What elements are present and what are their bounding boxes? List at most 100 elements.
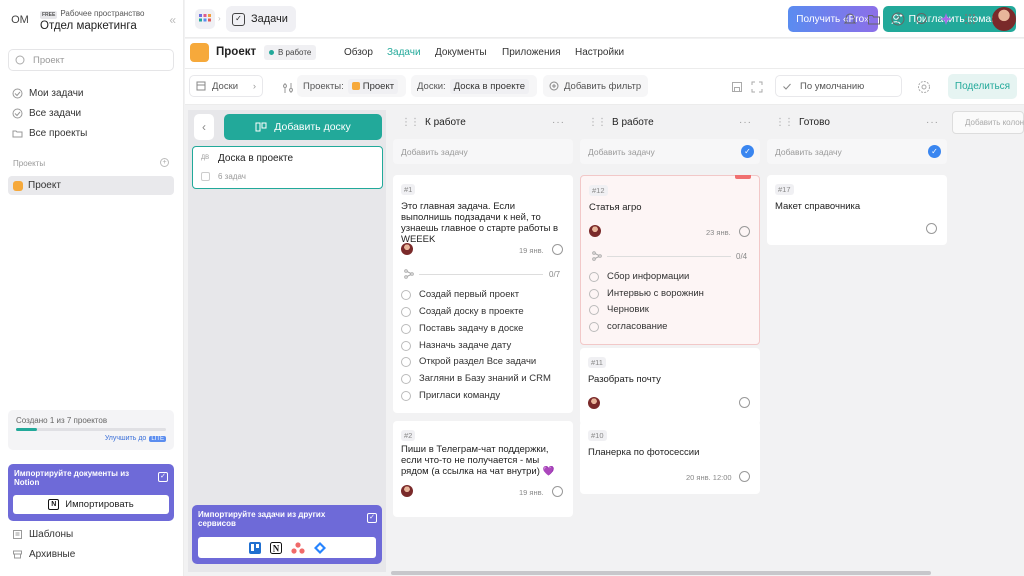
task-card[interactable]: #10 Планерка по фотосессии 20 янв. 12:00 (580, 421, 760, 494)
subtask-item[interactable]: Поставь задачу в доске (401, 323, 523, 334)
expand-icon[interactable] (751, 81, 763, 93)
project-color-icon (190, 43, 209, 62)
get-pro-button[interactable]: Получить «Pro» (788, 6, 878, 32)
column-header[interactable]: ⋮⋮ В работе ··· (580, 110, 760, 135)
settings-icon[interactable] (917, 80, 931, 94)
task-card[interactable]: #11 Разобрать почту (580, 348, 760, 425)
filter-icon[interactable] (282, 82, 294, 94)
add-filter-button[interactable]: Добавить фильтр (543, 75, 648, 97)
subtask-item[interactable]: Интервью с ворожнин (589, 288, 704, 299)
subtask-item[interactable]: Создай доску в проекте (401, 306, 524, 317)
assignee-avatar[interactable] (401, 485, 413, 497)
assignee-avatar[interactable] (589, 225, 601, 237)
drag-handle-icon[interactable]: ⋮⋮ (588, 117, 607, 128)
complete-task-checkbox[interactable] (739, 226, 750, 237)
tab-apps[interactable]: Приложения (502, 47, 561, 58)
quota-text: Создано 1 из 7 проектов (16, 416, 108, 425)
assignee-avatar[interactable] (401, 243, 413, 255)
add-column-button[interactable]: Добавить колонку (952, 111, 1024, 134)
nav-archive[interactable]: Архивные (12, 549, 75, 560)
notion-import-button[interactable]: N Импортировать (13, 495, 169, 514)
subtask-item[interactable]: Черновик (589, 304, 649, 315)
ai-sparkle-icon[interactable] (939, 12, 953, 26)
help-icon[interactable]: ? (891, 12, 905, 26)
complete-task-checkbox[interactable] (552, 486, 563, 497)
project-search-input[interactable]: Проект (8, 49, 174, 71)
task-date: 23 янв. (706, 228, 731, 237)
confirm-check-icon[interactable]: ✓ (741, 145, 754, 158)
more-icon[interactable]: ··· (552, 117, 565, 128)
complete-task-checkbox[interactable] (739, 397, 750, 408)
tab-overview[interactable]: Обзор (344, 47, 373, 58)
subtask-item[interactable]: согласование (589, 321, 667, 332)
add-project-icon[interactable]: + (160, 158, 169, 167)
project-filter[interactable]: Проекты: Проект (297, 75, 406, 97)
add-task-input[interactable]: Добавить задачу (393, 139, 573, 164)
column-header[interactable]: ⋮⋮ Готово ··· (767, 110, 947, 135)
task-card[interactable]: #17 Макет справочника (767, 175, 947, 245)
checkbox-icon[interactable]: ✓ (158, 472, 168, 482)
complete-task-checkbox[interactable] (739, 471, 750, 482)
task-id: #2 (401, 430, 416, 441)
project-color-icon (13, 180, 23, 191)
task-card[interactable]: #1 Это главная задача. Если выполнишь по… (393, 175, 573, 413)
add-board-button[interactable]: Добавить доску (224, 114, 382, 140)
notion-icon[interactable]: N (269, 541, 282, 554)
asana-icon[interactable] (290, 541, 305, 554)
column-header[interactable]: ⋮⋮ К работе ··· (393, 110, 573, 135)
apps-dots-icon[interactable] (963, 12, 977, 26)
task-card[interactable]: #2 Пиши в Телеграм-чат поддержки, если ч… (393, 421, 573, 517)
add-task-input[interactable]: Добавить задачу ✓ (767, 139, 947, 164)
subtask-item[interactable]: Загляни в Базу знаний и CRM (401, 373, 551, 384)
board-icon: ДВ (201, 155, 210, 161)
subtask-item[interactable]: Сбор информации (589, 271, 689, 282)
complete-task-checkbox[interactable] (552, 244, 563, 255)
workspace-switcher[interactable]: ОМ FREE Рабочее пространство Отдел маркет… (8, 8, 176, 32)
save-icon[interactable] (731, 81, 743, 93)
more-icon[interactable]: ··· (926, 117, 939, 128)
nav-templates[interactable]: Шаблоны (12, 529, 73, 540)
trello-icon[interactable] (248, 541, 261, 554)
folder-icon[interactable] (867, 12, 881, 26)
confirm-check-icon[interactable]: ✓ (928, 145, 941, 158)
drag-handle-icon[interactable]: ⋮⋮ (401, 117, 420, 128)
nav-all-tasks[interactable]: Все задачи (12, 108, 81, 119)
boards-toggle[interactable]: Доски › (189, 75, 263, 97)
add-task-input[interactable]: Добавить задачу ✓ (580, 139, 760, 164)
subtask-item[interactable]: Назначь задаче дату (401, 340, 511, 351)
search-icon[interactable] (915, 12, 929, 26)
user-avatar[interactable] (992, 7, 1016, 31)
add-task-placeholder: Добавить задачу (401, 146, 468, 157)
jira-icon[interactable] (313, 541, 326, 554)
column-title: В работе (612, 117, 654, 128)
breadcrumb-tasks[interactable]: ✓ Задачи (226, 6, 296, 32)
tab-documents[interactable]: Документы (435, 47, 487, 58)
status-badge[interactable]: В работе (264, 45, 317, 60)
horizontal-scrollbar[interactable] (391, 571, 931, 575)
share-button[interactable]: Поделиться (948, 74, 1017, 99)
drag-handle-icon[interactable]: ⋮⋮ (775, 117, 794, 128)
tab-tasks[interactable]: Задачи (387, 47, 421, 58)
more-icon[interactable]: ··· (739, 117, 752, 128)
collapse-sidebar-icon[interactable]: « (169, 13, 176, 27)
tab-settings[interactable]: Настройки (575, 47, 624, 58)
sidebar-item-project[interactable]: Проект (8, 176, 174, 195)
nav-all-projects[interactable]: Все проекты (12, 128, 87, 139)
upgrade-link[interactable]: Улучшить до LITE (105, 435, 166, 442)
notion-import-banner: Импортируйте документы из Notion ✓ N Имп… (8, 464, 174, 521)
complete-task-checkbox[interactable] (926, 223, 937, 234)
checkbox-icon[interactable]: ✓ (367, 513, 377, 523)
subtask-item[interactable]: Создай первый проект (401, 289, 519, 300)
assignee-avatar[interactable] (588, 397, 600, 409)
subtask-item[interactable]: Пригласи команду (401, 390, 500, 401)
collapse-boards-button[interactable]: ‹ (194, 114, 214, 140)
subtask-item[interactable]: Открой раздел Все задачи (401, 356, 536, 367)
project-filter-label: Проекты: (303, 80, 344, 92)
task-card[interactable]: #12 Статья агро 23 янв. 0/4 Сбор информа… (580, 175, 760, 345)
nav-my-tasks[interactable]: Мои задачи (12, 88, 84, 99)
board-filter[interactable]: Доски: Доска в проекте (411, 75, 537, 97)
board-item[interactable]: ДВ Доска в проекте 6 задач (192, 146, 383, 189)
apps-grid-icon[interactable] (195, 9, 215, 29)
sort-select[interactable]: По умолчанию (775, 75, 902, 97)
notifications-icon[interactable] (843, 12, 857, 26)
